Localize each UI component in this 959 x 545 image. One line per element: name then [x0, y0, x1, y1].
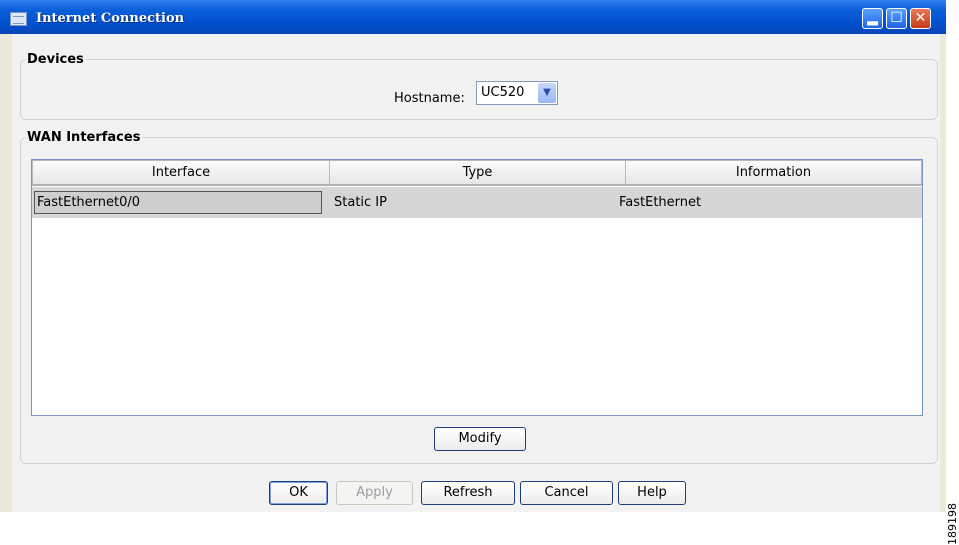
- wan-interfaces-legend: WAN Interfaces: [27, 130, 141, 145]
- column-header-information[interactable]: Information: [625, 160, 922, 186]
- cell-information: FastEthernet: [619, 195, 702, 210]
- ok-button[interactable]: OK: [269, 481, 328, 505]
- window-icon: [10, 12, 27, 26]
- wan-interfaces-table: Interface Type Information FastEthernet0…: [31, 159, 923, 416]
- help-button[interactable]: Help: [618, 481, 686, 505]
- chevron-down-icon[interactable]: ▼: [538, 83, 556, 103]
- internet-connection-window: Internet Connection ▂ ☐ ✕ Devices WAN In…: [0, 0, 946, 512]
- devices-legend: Devices: [27, 52, 84, 67]
- maximize-icon: ☐: [890, 10, 903, 26]
- column-header-interface[interactable]: Interface: [32, 160, 330, 186]
- table-row[interactable]: FastEthernet0/0 Static IP FastEthernet: [32, 187, 922, 218]
- cell-type: Static IP: [334, 195, 387, 210]
- title-bar[interactable]: Internet Connection ▂ ☐ ✕: [0, 0, 946, 34]
- close-button[interactable]: ✕: [910, 8, 931, 29]
- figure-id: 189198: [946, 503, 959, 545]
- modify-button[interactable]: Modify: [434, 427, 526, 451]
- minimize-icon: ▂: [867, 10, 878, 26]
- close-icon: ✕: [914, 10, 927, 26]
- table-header: Interface Type Information: [32, 160, 922, 186]
- maximize-button[interactable]: ☐: [886, 8, 907, 29]
- cancel-button[interactable]: Cancel: [520, 481, 613, 505]
- hostname-label: Hostname:: [394, 91, 465, 106]
- column-header-type[interactable]: Type: [329, 160, 626, 186]
- refresh-button[interactable]: Refresh: [421, 481, 515, 505]
- apply-button[interactable]: Apply: [336, 481, 413, 505]
- cell-interface: FastEthernet0/0: [34, 191, 322, 214]
- hostname-value: UC520: [481, 85, 525, 100]
- minimize-button[interactable]: ▂: [862, 8, 883, 29]
- hostname-select[interactable]: UC520 ▼: [476, 81, 558, 105]
- window-title: Internet Connection: [36, 11, 185, 26]
